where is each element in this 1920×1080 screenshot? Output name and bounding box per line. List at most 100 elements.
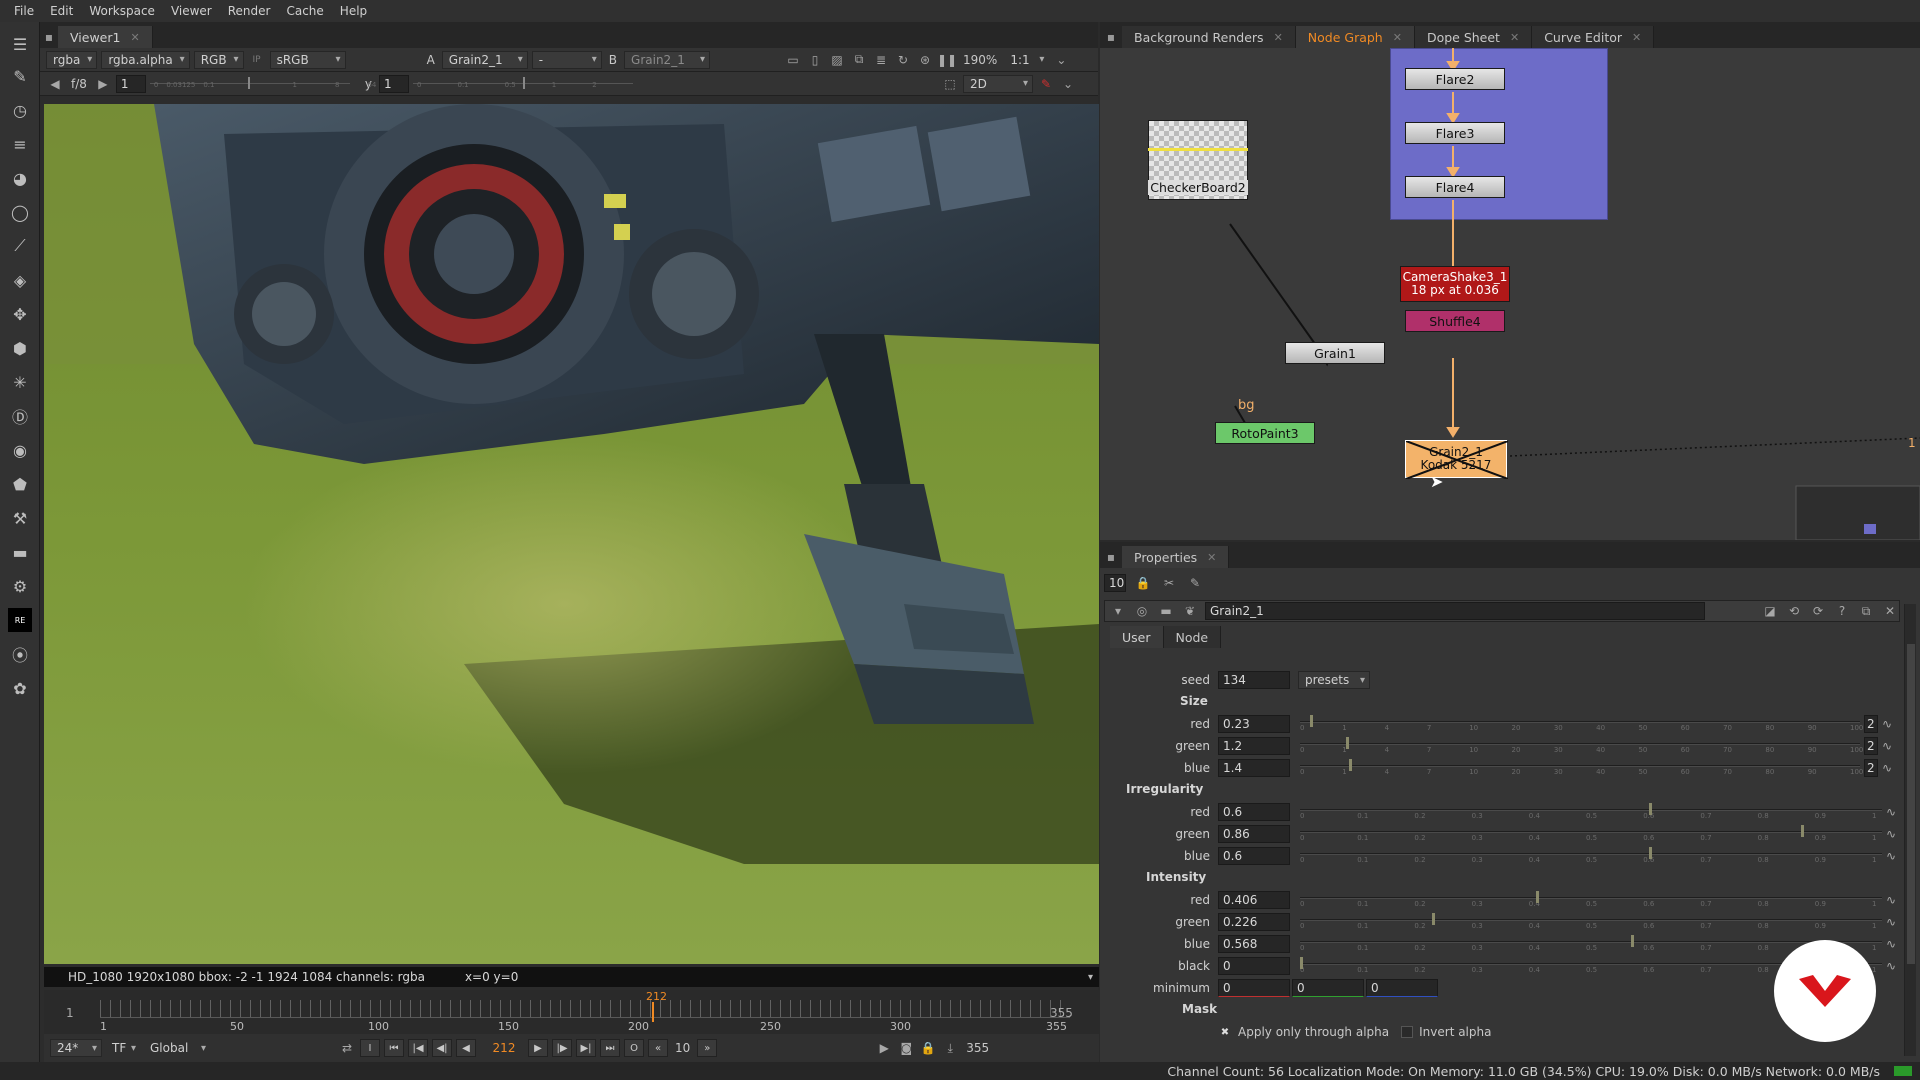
curve-icon[interactable]: ∿ [1882, 935, 1900, 953]
node-grain2-1-selected[interactable]: Grain2_1 Kodak 5217 [1405, 440, 1508, 479]
tab-properties[interactable]: Properties ✕ [1122, 546, 1230, 568]
fstop-left-icon[interactable]: ◀ [46, 75, 64, 93]
slider-handle[interactable] [1649, 847, 1653, 859]
more-chevron-icon[interactable]: ⌄ [1059, 75, 1077, 93]
close-icon[interactable]: ✕ [1510, 31, 1519, 44]
size-red-dim-button[interactable]: 2 [1864, 715, 1878, 733]
curve-icon[interactable]: ∿ [1882, 825, 1900, 843]
first-frame-button[interactable]: ⏮ [384, 1039, 404, 1057]
tab-curve-editor[interactable]: Curve Editor ✕ [1532, 26, 1655, 48]
curve-icon[interactable]: ∿ [1882, 891, 1900, 909]
curve-icon[interactable]: ∿ [1878, 737, 1896, 755]
size-red-field[interactable]: 0.23 [1218, 715, 1290, 733]
input-b-dropdown[interactable]: Grain2_1 [624, 50, 711, 69]
irr-red-slider[interactable]: 0 0.1 0.2 0.3 0.4 0.5 0.6 0.7 0.8 0.9 1 [1300, 802, 1882, 822]
tab-background-renders[interactable]: Background Renders ✕ [1122, 26, 1296, 48]
list-icon[interactable]: ≣ [872, 51, 890, 69]
lock-icon[interactable]: 🔒 [1134, 574, 1152, 592]
last-frame-button[interactable]: ⏭ [600, 1039, 620, 1057]
float-panel-icon[interactable]: ⧉ [1857, 602, 1875, 620]
channels-dropdown[interactable]: rgba [46, 50, 98, 69]
zebra-icon[interactable]: ▨ [828, 51, 846, 69]
size-blue-dim-button[interactable]: 2 [1864, 759, 1878, 777]
close-icon[interactable]: ✕ [1632, 31, 1641, 44]
seed-field[interactable]: 134 [1218, 671, 1290, 689]
slider-handle[interactable] [1300, 957, 1303, 969]
keyer-nodes-icon[interactable]: ⟋ [8, 234, 32, 258]
menu-workspace[interactable]: Workspace [81, 4, 163, 18]
refresh-icon[interactable]: ↻ [894, 51, 912, 69]
node-flare4[interactable]: Flare4 [1405, 176, 1505, 198]
curve-icon[interactable]: ∿ [1882, 847, 1900, 865]
play-forward-button[interactable]: ▶ [528, 1039, 548, 1057]
overlay-icon[interactable]: ⧉ [850, 51, 868, 69]
close-icon[interactable]: ✕ [1881, 602, 1899, 620]
timeline-zoom-icon[interactable]: ⤓ [941, 1039, 959, 1057]
timeline-in-frame[interactable]: 1 [66, 1006, 74, 1020]
zoom-value[interactable]: 190% [960, 53, 1000, 67]
end-frame-field[interactable]: 355 [963, 1041, 992, 1055]
prev-key-button[interactable]: |◀ [408, 1039, 428, 1057]
presets-dropdown[interactable]: presets [1298, 671, 1370, 689]
slider-handle[interactable] [1536, 891, 1540, 903]
close-icon[interactable]: ✕ [130, 31, 139, 44]
slider-handle[interactable] [1649, 803, 1653, 815]
irr-red-field[interactable]: 0.6 [1218, 803, 1290, 821]
curve-icon[interactable]: ∿ [1882, 957, 1900, 975]
current-frame-marker[interactable]: 212 [646, 990, 667, 1003]
play-backward-button[interactable]: ◀ [456, 1039, 476, 1057]
lut-dropdown[interactable]: sRGB [269, 50, 346, 69]
int-green-field[interactable]: 0.226 [1218, 913, 1290, 931]
slider-handle[interactable] [1800, 825, 1804, 837]
metadata-nodes-icon[interactable]: ⬟ [8, 472, 32, 496]
more-chevron-icon[interactable]: ⌄ [1052, 51, 1070, 69]
next-frame-button[interactable]: |▶ [552, 1039, 572, 1057]
curve-icon[interactable]: ∿ [1878, 715, 1896, 733]
size-green-dim-button[interactable]: 2 [1864, 737, 1878, 755]
subtab-user[interactable]: User [1110, 626, 1164, 648]
particles-nodes-icon[interactable]: ✳ [8, 370, 32, 394]
toolsets-icon[interactable]: ⚒ [8, 506, 32, 530]
node-rotopaint3[interactable]: RotoPaint3 [1215, 422, 1315, 444]
prev-frame-button[interactable]: ◀| [432, 1039, 452, 1057]
next-key-button[interactable]: ▶| [576, 1039, 596, 1057]
menu-edit[interactable]: Edit [42, 4, 81, 18]
record-icon[interactable]: ◙ [897, 1039, 915, 1057]
3d-nodes-icon[interactable]: ⬢ [8, 336, 32, 360]
color-icon[interactable]: ❦ [1181, 602, 1199, 620]
views-nodes-icon[interactable]: ◉ [8, 438, 32, 462]
irr-blue-slider[interactable]: 0 0.1 0.2 0.3 0.4 0.5 0.6 0.7 0.8 0.9 1 [1300, 846, 1882, 866]
menu-cache[interactable]: Cache [278, 4, 331, 18]
fstop-value[interactable]: f/8 [68, 77, 90, 91]
node-color-icon[interactable]: ◪ [1761, 602, 1779, 620]
fps-dropdown[interactable]: 24* [50, 1039, 102, 1057]
curve-icon[interactable]: ∿ [1882, 803, 1900, 821]
ip-toggle[interactable]: IP [248, 51, 266, 69]
node-graph-canvas[interactable]: Flare2 Flare3 Flare4 CheckerBoard2 Camer… [1100, 48, 1920, 540]
close-icon[interactable]: ✕ [1207, 551, 1216, 564]
viewer-image[interactable] [44, 104, 1099, 964]
size-blue-slider[interactable]: 0 1 4 7 10 20 30 40 50 60 70 80 90 100 [1300, 758, 1863, 778]
node-camerashake3-1[interactable]: CameraShake3_1 18 px at 0.036 [1400, 266, 1510, 302]
filter-nodes-icon[interactable]: ◯ [8, 200, 32, 224]
int-green-slider[interactable]: 0 0.1 0.2 0.3 0.4 0.5 0.6 0.7 0.8 0.9 1 [1300, 912, 1882, 932]
display-mode-dropdown[interactable]: RGB [193, 50, 244, 69]
menu-render[interactable]: Render [220, 4, 279, 18]
revert-icon[interactable]: ⟲ [1785, 602, 1803, 620]
node-grain1[interactable]: Grain1 [1285, 342, 1385, 364]
close-icon[interactable]: ✕ [1393, 31, 1402, 44]
slider-handle[interactable] [1348, 759, 1352, 771]
input-a-dropdown[interactable]: Grain2_1 [441, 50, 528, 69]
paint-icon[interactable]: ✎ [1037, 75, 1055, 93]
color-nodes-icon[interactable]: ◕ [8, 166, 32, 190]
panel-menu-icon[interactable]: ▪ [1100, 546, 1122, 568]
step-value[interactable]: 10 [672, 1041, 693, 1055]
timeline-out-frame[interactable]: 355 [1050, 1006, 1073, 1020]
slider-handle[interactable] [1345, 737, 1349, 749]
roi-icon[interactable]: ▭ [784, 51, 802, 69]
minimum-g-field[interactable]: 0 [1292, 979, 1364, 997]
deep-nodes-icon[interactable]: Ⓓ [8, 404, 32, 428]
gain-slider[interactable]: 0 0.03125 0.1 1 8 64 [149, 75, 376, 93]
node-shuffle4[interactable]: Shuffle4 [1405, 310, 1505, 332]
image-nodes-icon[interactable]: ☰ [8, 32, 32, 56]
